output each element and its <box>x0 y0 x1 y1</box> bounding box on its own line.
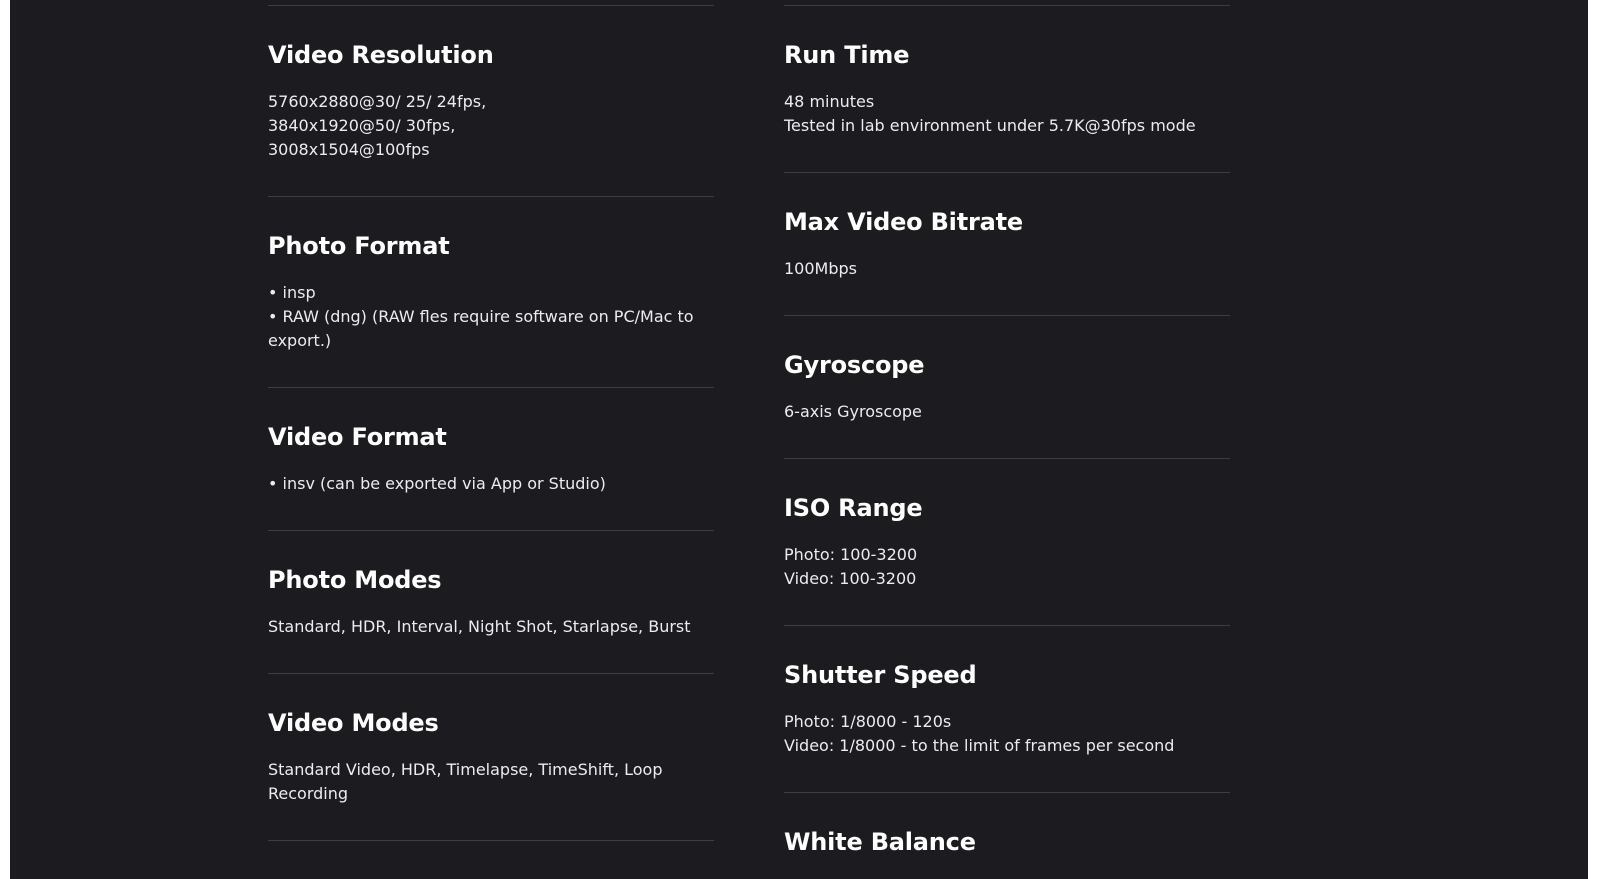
page-frame: Video Resolution 5760x2880@30/ 25/ 24fps… <box>10 0 1588 879</box>
spec-video-modes: Video Modes Standard Video, HDR, Timelap… <box>268 674 714 841</box>
spec-title: Run Time <box>784 41 910 69</box>
spec-line: 100Mbps <box>784 259 857 278</box>
spec-shutter-speed: Shutter Speed Photo: 1/8000 - 120s Video… <box>784 626 1230 793</box>
spec-video-format: Video Format • insv (can be exported via… <box>268 388 714 531</box>
spec-photo-format: Photo Format • insp • RAW (dng) (RAW fle… <box>268 197 714 388</box>
spec-line: Standard, HDR, Interval, Night Shot, Sta… <box>268 617 691 636</box>
spec-photo-modes: Photo Modes Standard, HDR, Interval, Nig… <box>268 531 714 674</box>
spec-line: Photo: 1/8000 - 120s <box>784 712 952 731</box>
spec-line: • insp <box>268 283 316 302</box>
spec-iso-range: ISO Range Photo: 100-3200 Video: 100-320… <box>784 459 1230 626</box>
spec-white-balance: White Balance <box>784 793 1230 879</box>
spec-title: White Balance <box>784 828 976 856</box>
spec-line: 3008x1504@100fps <box>268 140 430 159</box>
spec-line: Recording <box>268 784 349 803</box>
spec-line: Video: 100-3200 <box>784 569 917 588</box>
spec-line: 3840x1920@50/ 30fps, <box>268 116 456 135</box>
spec-title: Photo Format <box>268 232 450 260</box>
spec-run-time: Run Time 48 minutes Tested in lab enviro… <box>784 6 1230 173</box>
spec-title: ISO Range <box>784 494 923 522</box>
spec-line: Standard Video, HDR, Timelapse, TimeShif… <box>268 760 663 779</box>
spec-title: Video Format <box>268 423 447 451</box>
spec-video-resolution: Video Resolution 5760x2880@30/ 25/ 24fps… <box>268 6 714 197</box>
specs-right-column: Run Time 48 minutes Tested in lab enviro… <box>784 0 1230 879</box>
spec-title: Photo Modes <box>268 566 442 594</box>
spec-line: export.) <box>268 331 332 350</box>
spec-line: Video: 1/8000 - to the limit of frames p… <box>784 736 1175 755</box>
spec-title: Gyroscope <box>784 351 925 379</box>
spec-line: Photo: 100-3200 <box>784 545 918 564</box>
spec-title: Shutter Speed <box>784 661 977 689</box>
spec-line: • RAW (dng) (RAW fles require software o… <box>268 307 694 326</box>
spec-line: 48 minutes <box>784 92 875 111</box>
spec-line: 6-axis Gyroscope <box>784 402 922 421</box>
spec-title: Video Modes <box>268 709 439 737</box>
spec-line: Tested in lab environment under 5.7K@30f… <box>784 116 1196 135</box>
spec-title: Video Resolution <box>268 41 494 69</box>
spec-line: • insv (can be exported via App or Studi… <box>268 474 606 493</box>
spec-title: Max Video Bitrate <box>784 208 1023 236</box>
spec-gyroscope: Gyroscope 6-axis Gyroscope <box>784 316 1230 459</box>
spec-line: 5760x2880@30/ 25/ 24fps, <box>268 92 487 111</box>
spec-max-video-bitrate: Max Video Bitrate 100Mbps <box>784 173 1230 316</box>
specs-left-column: Video Resolution 5760x2880@30/ 25/ 24fps… <box>268 0 714 841</box>
